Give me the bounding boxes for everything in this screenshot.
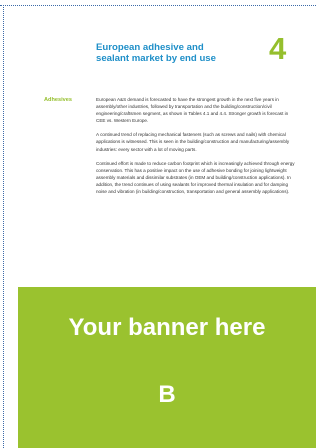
paragraph: Continued effort is made to reduce carbo… [96,160,295,195]
paragraph: A continued trend of replacing mechanica… [96,132,290,152]
sidebar-label: Adhesives [44,97,72,103]
left-dotted-border [3,5,4,448]
banner-ad[interactable]: Your banner here B [18,287,316,448]
paragraph: European A&S demand is forecasted to hav… [96,97,289,124]
banner-text: Your banner here [68,314,266,341]
top-dotted-border [0,5,316,6]
body-text: European A&S demand is forecasted to hav… [96,96,296,202]
section-header: European adhesive and sealant market by … [96,42,276,64]
section-title-line-2: sealant market by end use [96,53,216,64]
chapter-number: 4 [269,31,287,66]
section-title-line-1: European adhesive and [96,42,204,53]
banner-letter: B [158,381,176,408]
section-title: European adhesive and sealant market by … [96,42,276,64]
